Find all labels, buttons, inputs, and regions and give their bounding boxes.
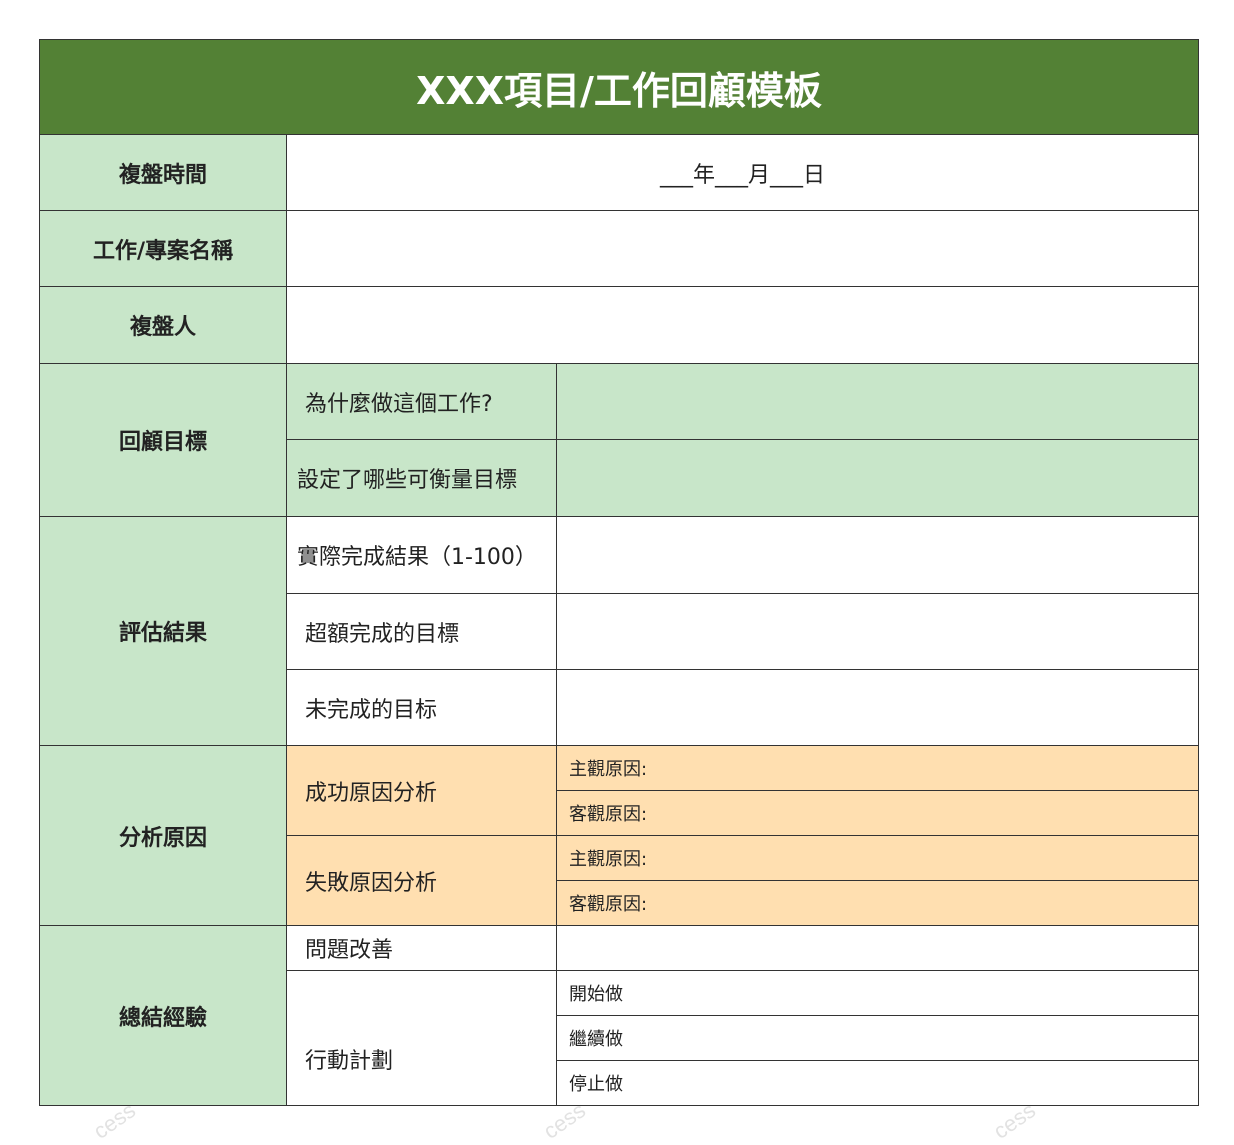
goal-why-field[interactable] [556,363,1199,440]
analyze-causes-label: 分析原因 [39,745,287,926]
problem-improve-field[interactable] [556,925,1199,971]
action-stop-field[interactable]: 停止做 [556,1060,1199,1106]
failure-objective-field[interactable]: 客觀原因: [556,880,1199,926]
project-name-field[interactable] [286,210,1199,287]
problem-improve-label: 問題改善 [286,925,557,971]
review-goals-label: 回顧目標 [39,363,287,517]
summary-label: 總結經驗 [39,925,287,1106]
success-objective-field[interactable]: 客觀原因: [556,790,1199,836]
review-time-label: 複盤時間 [39,134,287,211]
exceeded-goals-label: 超額完成的目標 [286,593,557,670]
success-subjective-field[interactable]: 主觀原因: [556,745,1199,791]
unfinished-goals-field[interactable] [556,669,1199,746]
page-title: XXX項目/工作回顧模板 [39,39,1199,135]
actual-result-field[interactable] [556,516,1199,594]
goal-measurable-field[interactable] [556,439,1199,517]
exceeded-goals-field[interactable] [556,593,1199,670]
action-plan-label: 行動計劃 [286,970,557,1106]
goal-measurable-label: 設定了哪些可衡量目標 [286,439,557,517]
evaluate-results-label: 評估結果 [39,516,287,746]
project-name-label: 工作/專案名稱 [39,210,287,287]
review-time-field[interactable]: ___年___月___日 [286,134,1199,211]
goal-why-label: 為什麼做這個工作? [286,363,557,440]
failure-analysis-label: 失敗原因分析 [286,835,557,926]
actual-result-label: 實際完成結果（1-100） [286,516,557,594]
success-analysis-label: 成功原因分析 [286,745,557,836]
unfinished-goals-label: 未完成的目标 [286,669,557,746]
reviewer-field[interactable] [286,286,1199,364]
reviewer-label: 複盤人 [39,286,287,364]
action-start-field[interactable]: 開始做 [556,970,1199,1016]
action-continue-field[interactable]: 繼續做 [556,1015,1199,1061]
failure-subjective-field[interactable]: 主觀原因: [556,835,1199,881]
